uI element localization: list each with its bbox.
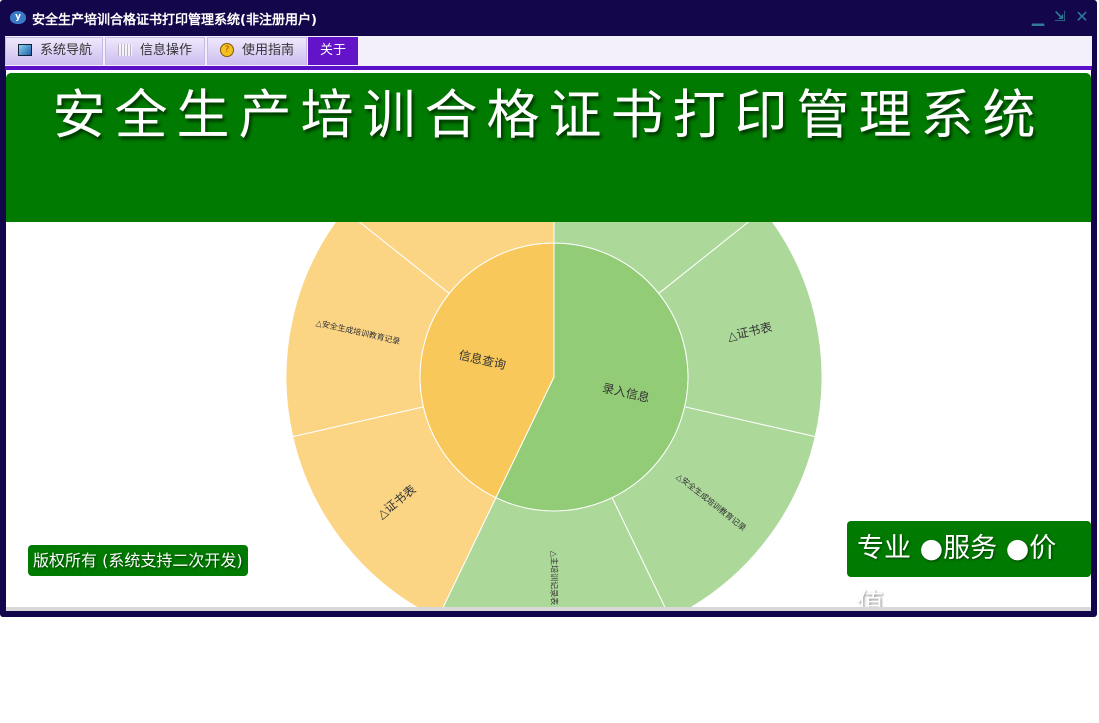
content-area: 录入信息 △证书表 △安全生成培训教育记录 △主培训记录表 信息查询 △证书表 △安全生成培… [6, 70, 1091, 611]
close-icon[interactable]: ✕ [1074, 8, 1090, 26]
grid-icon [118, 44, 132, 56]
sunburst-outer-label: △主培训记录表 [550, 551, 560, 605]
restore-icon[interactable]: ⇲ [1052, 8, 1068, 26]
app-logo-icon: y [10, 11, 26, 24]
tab-info-ops[interactable]: 信息操作 [105, 37, 205, 65]
minimize-icon[interactable]: ▁ [1030, 8, 1046, 26]
help-icon: ? [220, 43, 234, 57]
page-title: 安全生产培训合格证书打印管理系统 [6, 73, 1091, 222]
menu-tabs: 系统导航 信息操作 ? 使用指南 关于 [5, 36, 1092, 66]
tab-user-guide[interactable]: ? 使用指南 [207, 37, 307, 65]
monitor-icon [18, 44, 32, 56]
tab-system-nav[interactable]: 系统导航 [5, 37, 103, 65]
window-title: 安全生产培训合格证书打印管理系统(非注册用户) [32, 13, 317, 28]
title-bar[interactable]: y 安全生产培训合格证书打印管理系统(非注册用户) ▁ ⇲ ✕ [0, 0, 1097, 36]
copyright-badge: 版权所有 (系统支持二次开发) [28, 545, 248, 576]
tab-about[interactable]: 关于 [308, 37, 358, 65]
app-window: y 安全生产培训合格证书打印管理系统(非注册用户) ▁ ⇲ ✕ 系统导航 信息操… [0, 0, 1097, 617]
slogan-badge: 专业 ●服务 ●价值 [847, 521, 1091, 607]
